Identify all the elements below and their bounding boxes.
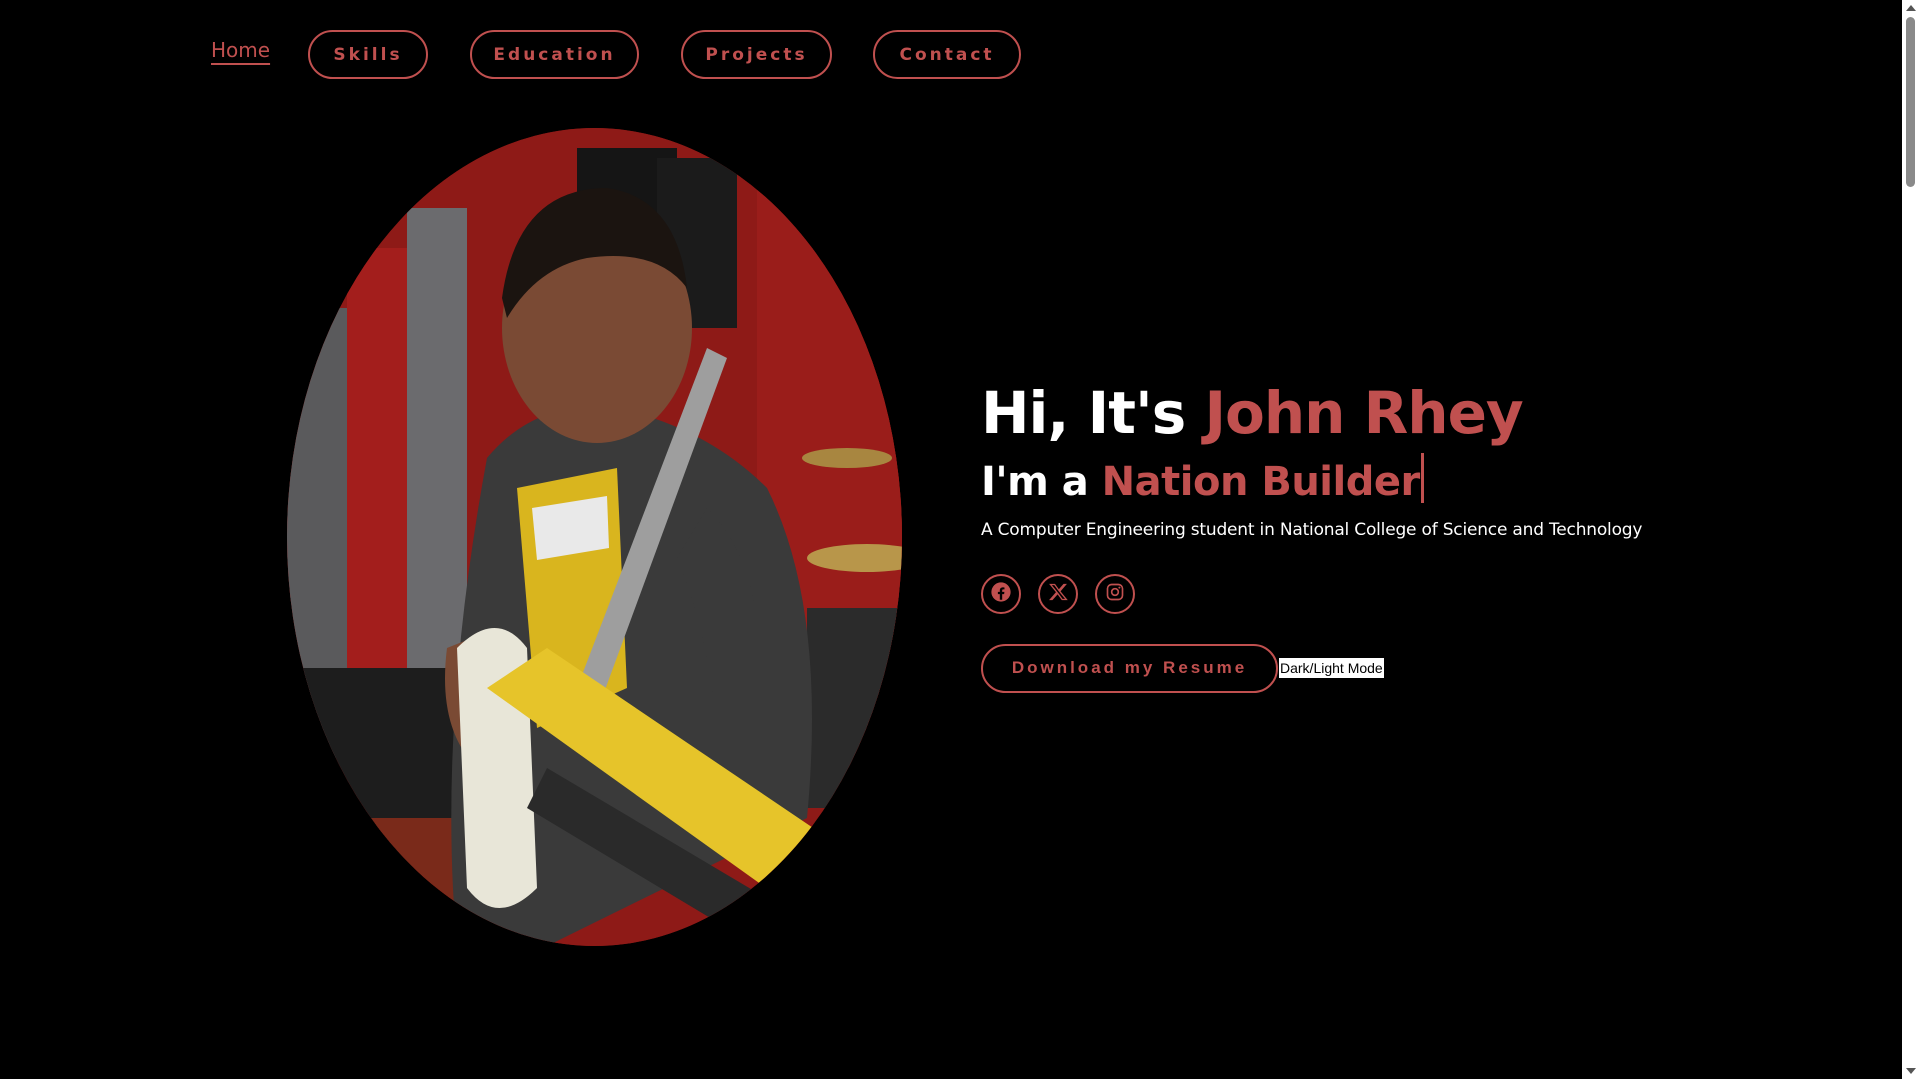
hero-description: A Computer Engineering student in Nation… [981,519,1643,540]
x-icon [1048,582,1068,606]
theme-toggle-button[interactable]: Dark/Light Mode [1279,658,1384,679]
download-resume-button[interactable]: Download my Resume [981,643,1278,693]
nav-contact-button[interactable]: Contact [873,30,1021,79]
nav-education-button[interactable]: Education [470,30,639,79]
hero-role: Nation Builder [1101,458,1421,505]
facebook-link[interactable] [981,573,1021,614]
x-link[interactable] [1038,573,1078,614]
typing-caret [1420,452,1424,503]
portfolio-page: Home Skills Education Projects Contact H… [0,0,1919,1079]
hero-heading: Hi, It's John Rhey [981,380,1681,447]
role-prefix: I'm a [981,458,1102,505]
hero-actions: Download my Resume Dark/Light Mode [981,643,1681,693]
hero-name: John Rhey [1204,379,1523,447]
hero-role-heading: I'm a Nation Builder [981,452,1681,506]
hero-section: Hi, It's John Rhey I'm a Nation Builder … [981,380,1681,693]
facebook-icon [990,581,1012,607]
page-scrollbar[interactable] [1902,0,1919,1079]
nav-home-link[interactable]: Home [211,40,270,60]
scroll-thumb[interactable] [1906,17,1915,187]
profile-photo [287,128,902,946]
nav-skills-button[interactable]: Skills [308,30,428,79]
instagram-link[interactable] [1095,573,1135,614]
profile-photo-illustration [287,128,902,946]
nav-projects-button[interactable]: Projects [681,30,832,79]
scroll-up-arrow-icon[interactable] [1906,5,1916,11]
scroll-down-arrow-icon[interactable] [1906,1068,1916,1074]
greeting-text: Hi, It's [981,379,1205,447]
instagram-icon [1105,582,1125,606]
social-links [981,573,1681,614]
